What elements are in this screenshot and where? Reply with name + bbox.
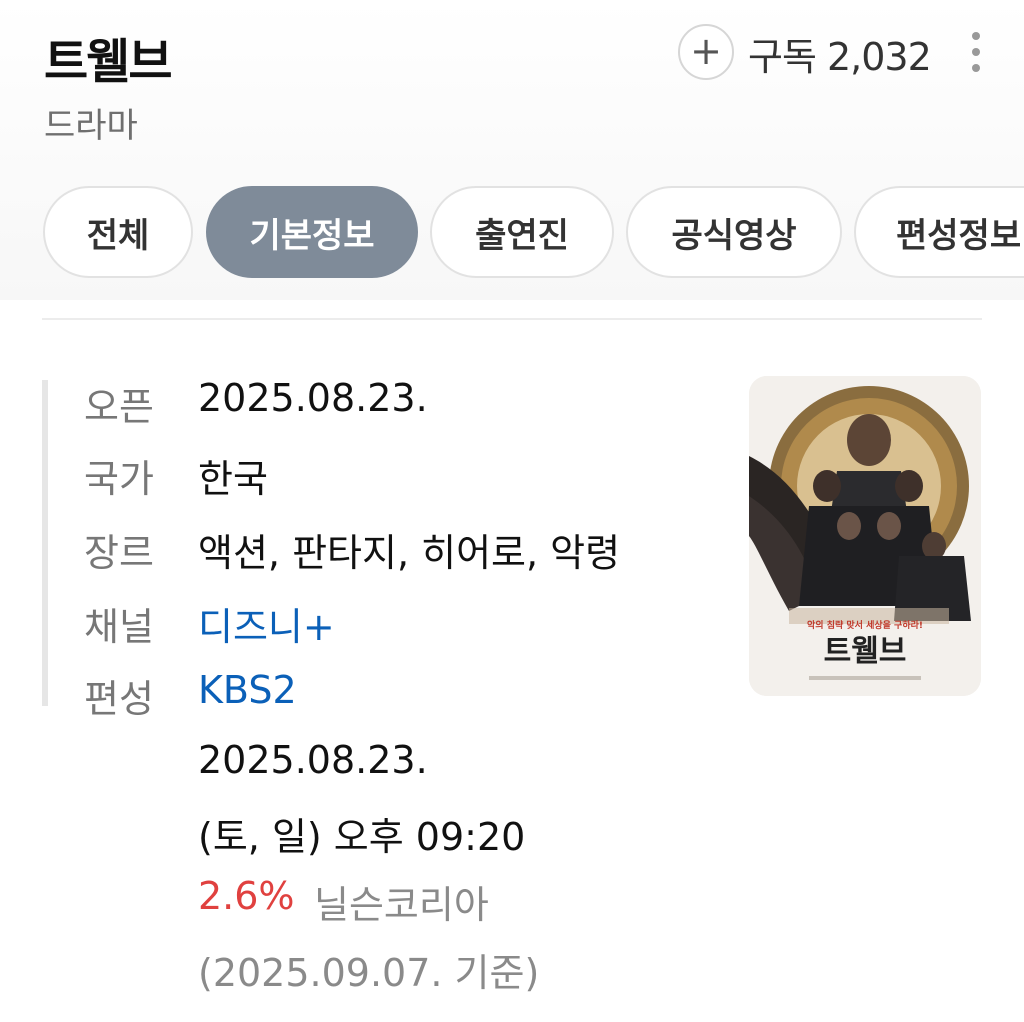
rating-basis: (2025.09.07. 기준) xyxy=(198,951,540,995)
page-title: 트웰브 xyxy=(44,34,172,90)
genre-label: 장르 xyxy=(84,531,154,575)
poster-image[interactable]: 악의 침략 맞서 세상을 구하라! 트웰브 xyxy=(749,376,981,696)
tab-official-videos[interactable]: 공식영상 xyxy=(626,186,842,278)
page-subtitle: 드라마 xyxy=(44,106,138,146)
channel-link[interactable]: 디즈니+ xyxy=(198,596,335,651)
rating-source: 닐슨코리아 xyxy=(314,883,489,927)
subscribe-count[interactable]: 구독 2,032 xyxy=(748,26,932,81)
open-label: 오픈 xyxy=(84,385,154,429)
country-label: 국가 xyxy=(84,457,154,501)
tab-all[interactable]: 전체 xyxy=(43,186,193,278)
info-accent-bar xyxy=(42,380,48,706)
section-divider xyxy=(42,318,982,320)
schedule-date: 2025.08.23. xyxy=(198,738,428,782)
plus-icon: + xyxy=(690,28,722,73)
schedule-channel-link[interactable]: KBS2 xyxy=(198,668,297,712)
channel-label: 채널 xyxy=(84,605,154,649)
tab-cast[interactable]: 출연진 xyxy=(430,186,614,278)
tab-schedule[interactable]: 편성정보 xyxy=(854,186,1024,278)
more-vertical-icon[interactable] xyxy=(966,32,986,72)
subscribe-button[interactable]: + xyxy=(678,24,734,80)
poster-title: 트웰브 xyxy=(824,634,907,669)
poster-artwork: 악의 침략 맞서 세상을 구하라! 트웰브 xyxy=(749,376,981,696)
open-value: 2025.08.23. xyxy=(198,376,428,420)
genre-value: 액션, 판타지, 히어로, 악령 xyxy=(198,531,621,575)
poster-tagline: 악의 침략 맞서 세상을 구하라! xyxy=(807,619,923,631)
rating-value: 2.6% xyxy=(198,874,295,918)
schedule-time: (토, 일) 오후 09:20 xyxy=(198,815,526,859)
schedule-label: 편성 xyxy=(84,677,154,721)
tab-basic-info[interactable]: 기본정보 xyxy=(206,186,418,278)
country-value: 한국 xyxy=(198,457,268,501)
